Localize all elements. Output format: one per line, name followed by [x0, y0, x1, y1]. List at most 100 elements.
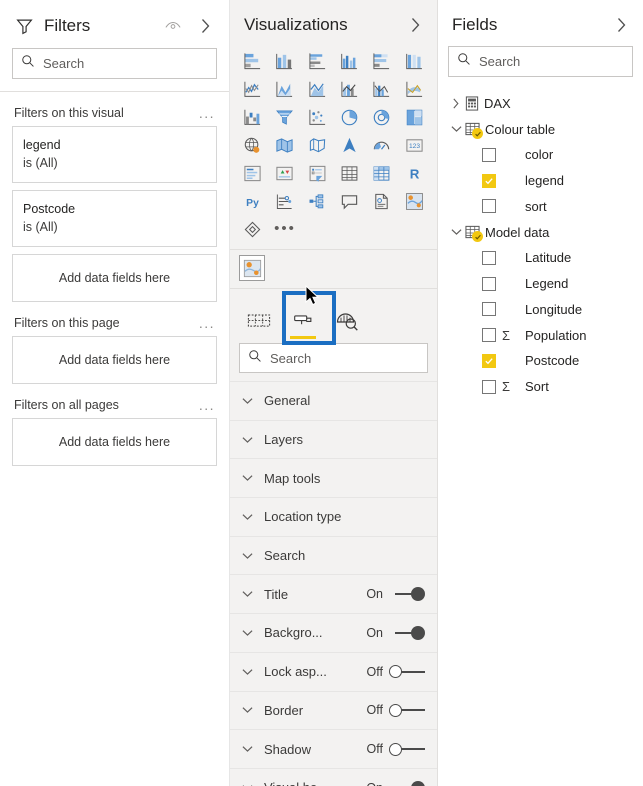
fields-leaf-longitude-checkbox[interactable] — [482, 302, 496, 317]
filter-group-all-pages-menu[interactable]: ... — [199, 398, 215, 412]
collapse-visualizations-icon[interactable] — [405, 15, 425, 35]
fields-searchbox[interactable] — [448, 46, 633, 77]
tab-analytics[interactable] — [332, 307, 362, 341]
viz-donut-chart[interactable] — [366, 104, 397, 130]
viz-scatter-chart[interactable] — [302, 104, 333, 130]
fields-leaf-sort[interactable]: sort — [444, 194, 643, 220]
format-section-title[interactable]: Title On — [230, 574, 437, 613]
viz-key-influencers[interactable] — [269, 188, 300, 214]
filter-card-postcode[interactable]: Postcode is (All) — [12, 190, 217, 247]
viz-arcgis-map[interactable] — [334, 132, 365, 158]
chevron-right-icon[interactable] — [448, 98, 464, 109]
viz-map[interactable] — [237, 132, 268, 158]
format-section-shadow[interactable]: Shadow Off — [230, 729, 437, 768]
fields-leaf-population[interactable]: Σ Population — [444, 322, 643, 348]
viz-table[interactable] — [334, 160, 365, 186]
viz-treemap[interactable] — [399, 104, 430, 130]
collapse-fields-icon[interactable] — [611, 15, 631, 35]
viz-stacked-column-chart[interactable] — [269, 48, 300, 74]
viz-azure-map[interactable] — [399, 188, 430, 214]
format-section-background-toggle[interactable] — [389, 625, 425, 641]
fields-leaf-color[interactable]: color — [444, 142, 643, 168]
fields-leaf-postcode[interactable]: Postcode — [444, 348, 643, 374]
viz-stacked-area-chart[interactable] — [302, 76, 333, 102]
viz-qa-visual[interactable] — [334, 188, 365, 214]
viz-power-apps[interactable] — [237, 216, 268, 242]
viz-funnel-chart[interactable] — [269, 104, 300, 130]
fields-leaf-legend-model[interactable]: Legend — [444, 271, 643, 297]
viz-decomposition-tree[interactable] — [302, 188, 333, 214]
tab-fields[interactable] — [244, 307, 274, 341]
filters-search-input[interactable] — [43, 56, 208, 71]
viz-shape-map[interactable] — [302, 132, 333, 158]
fields-leaf-longitude[interactable]: Longitude — [444, 296, 643, 322]
viz-100-stacked-column-chart[interactable] — [399, 48, 430, 74]
fields-node-dax[interactable]: DAX — [444, 91, 643, 117]
fields-leaf-latitude[interactable]: Latitude — [444, 245, 643, 271]
viz-search-input[interactable] — [270, 350, 419, 366]
tab-format[interactable] — [288, 307, 318, 341]
viz-filled-map[interactable] — [269, 132, 300, 158]
viz-line-stacked-column-chart[interactable] — [334, 76, 365, 102]
filter-visual-dropzone[interactable]: Add data fields here — [12, 254, 217, 302]
format-section-visual-header-toggle[interactable] — [389, 780, 425, 786]
selected-visual-chip[interactable] — [239, 255, 265, 281]
filter-group-visual-menu[interactable]: ... — [199, 106, 215, 120]
fields-leaf-legend-checkbox[interactable] — [482, 173, 496, 188]
filter-card-legend[interactable]: legend is (All) — [12, 126, 217, 183]
viz-stacked-bar-chart[interactable] — [237, 48, 268, 74]
viz-line-clustered-column-chart[interactable] — [366, 76, 397, 102]
viz-area-chart[interactable] — [269, 76, 300, 102]
viz-more-options[interactable]: ••• — [269, 216, 300, 242]
viz-clustered-column-chart[interactable] — [334, 48, 365, 74]
viz-clustered-bar-chart[interactable] — [302, 48, 333, 74]
fields-leaf-latitude-checkbox[interactable] — [482, 250, 496, 265]
viz-slicer[interactable] — [302, 160, 333, 186]
viz-multi-row-card[interactable] — [237, 160, 268, 186]
format-section-border[interactable]: Border Off — [230, 690, 437, 730]
eye-icon[interactable] — [163, 16, 183, 36]
format-section-lock-aspect[interactable]: Lock asp... Off — [230, 651, 437, 691]
fields-leaf-sort-checkbox[interactable] — [482, 199, 496, 214]
format-section-general[interactable]: General — [230, 381, 437, 420]
viz-searchbox[interactable] — [239, 343, 428, 373]
format-section-map-tools[interactable]: Map tools — [230, 458, 437, 497]
viz-waterfall-chart[interactable] — [237, 104, 268, 130]
viz-pie-chart[interactable] — [334, 104, 365, 130]
filter-all-pages-dropzone[interactable]: Add data fields here — [12, 418, 217, 466]
format-section-layers[interactable]: Layers — [230, 419, 437, 459]
fields-leaf-color-checkbox[interactable] — [482, 147, 496, 162]
format-section-shadow-toggle[interactable] — [389, 741, 425, 757]
fields-node-model-data[interactable]: Model data — [444, 219, 643, 245]
chevron-down-icon[interactable] — [448, 228, 464, 236]
viz-matrix[interactable] — [366, 160, 397, 186]
format-section-lock-aspect-toggle[interactable] — [389, 664, 425, 680]
fields-leaf-legend-model-checkbox[interactable] — [482, 276, 496, 291]
fields-node-colour-table[interactable]: Colour table — [444, 117, 643, 143]
viz-r-script-visual[interactable]: R — [399, 160, 430, 186]
format-section-location-type[interactable]: Location type — [230, 497, 437, 536]
fields-leaf-postcode-checkbox[interactable] — [482, 353, 496, 368]
viz-gauge[interactable] — [366, 132, 397, 158]
filter-page-dropzone[interactable]: Add data fields here — [12, 336, 217, 384]
format-section-title-toggle[interactable] — [389, 586, 425, 602]
viz-python-visual[interactable]: Py — [237, 188, 268, 214]
viz-line-chart[interactable] — [237, 76, 268, 102]
fields-leaf-population-checkbox[interactable] — [482, 328, 496, 343]
viz-kpi[interactable] — [269, 160, 300, 186]
format-section-visual-header[interactable]: Visual he... On — [230, 767, 437, 786]
viz-ribbon-chart[interactable] — [399, 76, 430, 102]
chevron-down-icon[interactable] — [448, 125, 464, 133]
fields-leaf-sort-model[interactable]: Σ Sort — [444, 374, 643, 400]
viz-paginated-report[interactable] — [366, 188, 397, 214]
collapse-filters-icon[interactable] — [195, 16, 215, 36]
filters-searchbox[interactable] — [12, 48, 217, 79]
viz-100-stacked-bar-chart[interactable] — [366, 48, 397, 74]
fields-leaf-sort-model-checkbox[interactable] — [482, 379, 496, 394]
viz-card[interactable]: 123 — [399, 132, 430, 158]
fields-search-input[interactable] — [479, 54, 624, 69]
fields-leaf-legend[interactable]: legend — [444, 168, 643, 194]
format-section-search[interactable]: Search — [230, 535, 437, 575]
format-section-background[interactable]: Backgro... On — [230, 613, 437, 652]
filter-group-page-menu[interactable]: ... — [199, 316, 215, 330]
